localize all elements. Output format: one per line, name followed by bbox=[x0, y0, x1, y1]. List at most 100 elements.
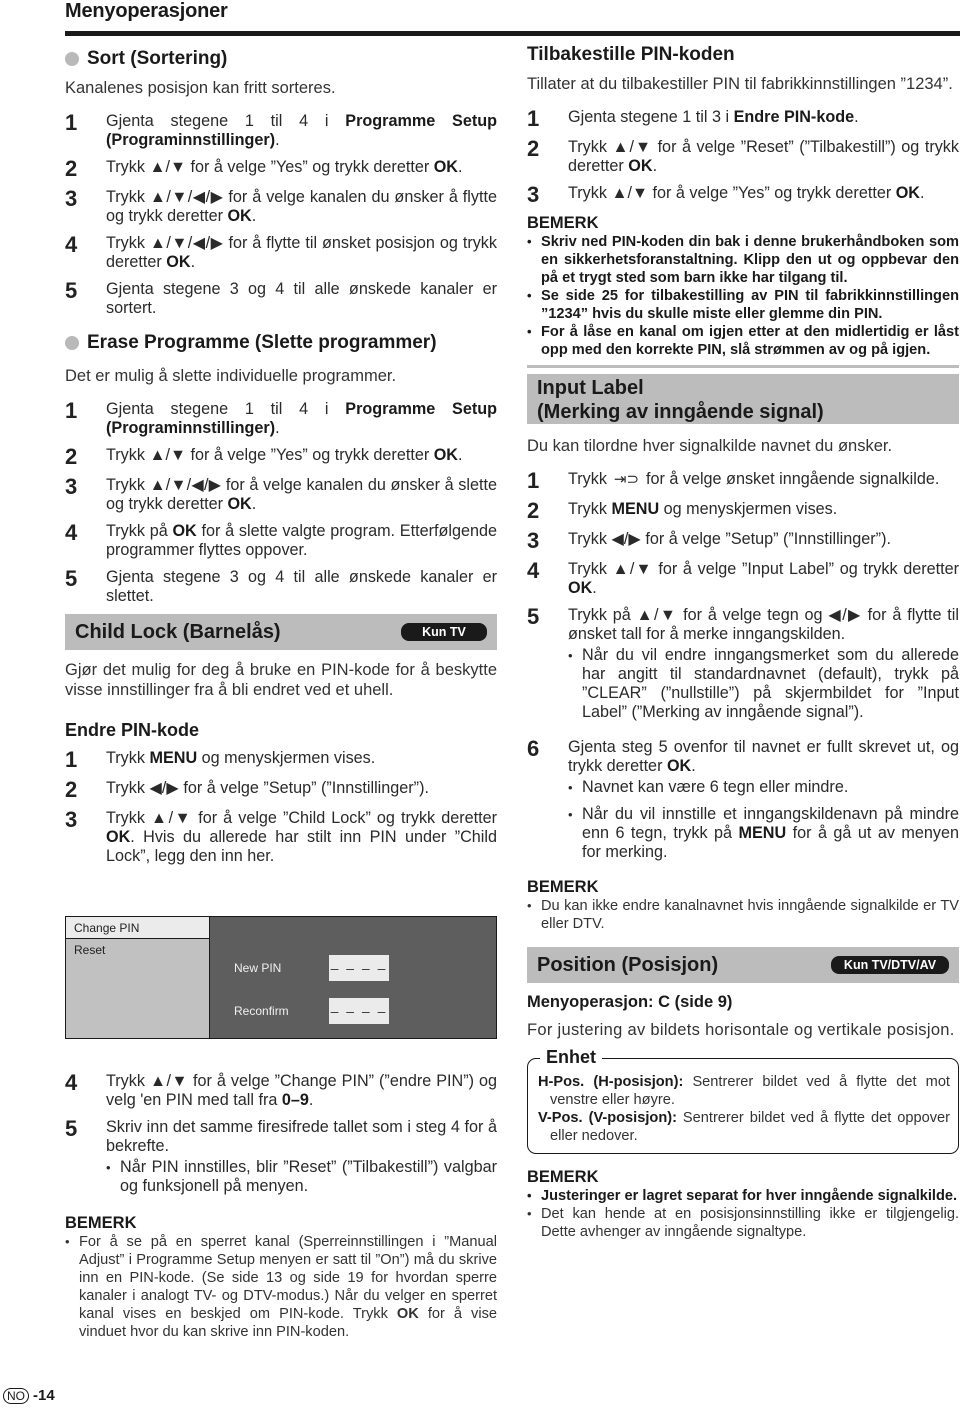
step-number: 5 bbox=[65, 1116, 78, 1141]
note-item: • Justeringer er lagret separat for hver … bbox=[527, 1188, 958, 1204]
bullet-icon: • bbox=[106, 1160, 111, 1175]
step-item: 4 Trykk på OK for å slette valgte program… bbox=[65, 522, 497, 560]
child-lock-intro: Gjør det mulig for deg å bruke en PIN-ko… bbox=[65, 661, 497, 699]
step-text: Trykk ▲/▼/◀/▶ for å velge kanalen du øns… bbox=[106, 476, 497, 513]
bullet-icon: • bbox=[65, 1234, 70, 1249]
position-note-title: BEMERK bbox=[527, 1168, 599, 1186]
left-column: Sort (Sortering) Kanalenes posisjon kan … bbox=[65, 42, 497, 874]
bullet-icon: • bbox=[527, 324, 532, 339]
step-number: 5 bbox=[527, 604, 540, 629]
step-text: Trykk ▲/▼ for å velge ”Yes” og trykk der… bbox=[568, 184, 925, 202]
step-item: 5 Skriv inn det samme firesifrede tallet … bbox=[65, 1118, 497, 1204]
step-item: 1 Gjenta stegene 1 til 3 i Endre PIN-kode… bbox=[527, 108, 959, 130]
step-text: Trykk på OK for å slette valgte program.… bbox=[106, 522, 497, 559]
sub-bullet: • Når du vil innstille et inngangskildena… bbox=[568, 805, 959, 861]
step-item: 4 Trykk ▲/▼/◀/▶ for å flytte til ønsket p… bbox=[65, 234, 497, 272]
reconfirm-row: Reconfirm – – – – bbox=[234, 998, 389, 1024]
step-text: Trykk ▲/▼ for å velge ”Input Label” og t… bbox=[568, 560, 959, 597]
step-item: 3 Trykk ▲/▼/◀/▶ for å velge kanalen du øn… bbox=[65, 188, 497, 226]
step-item: 1 Trykk ⇥⊃ for å velge ønsket inngående s… bbox=[527, 470, 959, 492]
step-text: Trykk MENU og menyskjermen vises. bbox=[568, 500, 838, 518]
sub-bullet: • Navnet kan være 6 tegn eller mindre. bbox=[568, 778, 849, 796]
bullet-icon: • bbox=[568, 780, 573, 795]
step-number: 5 bbox=[65, 566, 78, 591]
step-number: 6 bbox=[527, 736, 540, 761]
step-text: Trykk ▲/▼/◀/▶ for å velge kanalen du øns… bbox=[106, 188, 497, 225]
step-item: 2 Trykk ▲/▼ for å velge ”Yes” og trykk de… bbox=[65, 158, 497, 180]
page-footer: NO -14 bbox=[3, 1387, 55, 1404]
step-item: 3 Trykk ▲/▼ for å velge ”Child Lock” og t… bbox=[65, 809, 497, 866]
left-column-lower: 4 Trykk ▲/▼ for å velge ”Change PIN” (”en… bbox=[65, 1072, 497, 1341]
step-number: 3 bbox=[527, 182, 540, 207]
step-item: 5 Gjenta stegene 3 og 4 til alle ønskede … bbox=[65, 568, 497, 606]
step-item: 3 Trykk ▲/▼/◀/▶ for å velge kanalen du øn… bbox=[65, 476, 497, 514]
enhet-row-v-pos: V-Pos. (V-posisjon): Sentrerer bildet ve… bbox=[538, 1110, 950, 1144]
position-section-bar: Position (Posisjon) Kun TV/DTV/AV bbox=[527, 947, 959, 983]
reset-pin-heading: Tilbakestille PIN-koden bbox=[527, 44, 735, 65]
right-column: Tilbakestille PIN-koden Tillater at du t… bbox=[527, 42, 959, 1241]
enhet-box: Enhet H-Pos. (H-posisjon): Sentrerer bil… bbox=[527, 1047, 959, 1154]
menu-main-panel: New PIN – – – – Reconfirm – – – – bbox=[210, 917, 496, 1038]
position-notes-bold: • Justeringer er lagret separat for hver … bbox=[527, 1187, 959, 1205]
note-item: • Se side 25 for tilbakestilling av PIN t… bbox=[527, 288, 959, 322]
step-text: Trykk ◀/▶ for å velge ”Setup” (”Innstill… bbox=[568, 530, 891, 548]
new-pin-row: New PIN – – – – bbox=[234, 955, 389, 981]
step-text: Trykk ▲/▼/◀/▶ for å flytte til ønsket po… bbox=[106, 234, 497, 271]
reset-pin-notes: • Skriv ned PIN-koden din bak i denne bru… bbox=[527, 233, 959, 359]
step-text: Gjenta stegene 3 og 4 til alle ønskede k… bbox=[106, 568, 497, 605]
step-number: 5 bbox=[65, 278, 78, 303]
endre-pin-steps-continued: 4 Trykk ▲/▼ for å velge ”Change PIN” (”en… bbox=[65, 1072, 497, 1204]
sort-heading-text: Sort (Sortering) bbox=[87, 48, 228, 69]
step-number: 4 bbox=[65, 232, 78, 257]
step-item: 5 Trykk på ▲/▼ for å velge tegn og ◀/▶ fo… bbox=[527, 606, 959, 730]
step-text: Gjenta stegene 1 til 4 i Programme Setup… bbox=[106, 400, 497, 437]
step-item: 6 Gjenta steg 5 ovenfor til navnet er ful… bbox=[527, 738, 959, 870]
bullet-icon: • bbox=[568, 648, 573, 663]
child-lock-section-bar: Child Lock (Barnelås) Kun TV bbox=[65, 614, 497, 650]
enhet-label: Enhet bbox=[540, 1047, 603, 1068]
erase-heading: Erase Programme (Slette programmer) bbox=[65, 330, 497, 356]
step-item: 2 Trykk ▲/▼ for å velge ”Yes” og trykk de… bbox=[65, 446, 497, 468]
kun-tv-dtv-av-badge: Kun TV/DTV/AV bbox=[831, 956, 949, 974]
step-number: 4 bbox=[527, 558, 540, 583]
bullet-icon: • bbox=[527, 1206, 532, 1221]
step-item: 1 Gjenta stegene 1 til 4 i Programme Setu… bbox=[65, 112, 497, 150]
step-text: Trykk MENU og menyskjermen vises. bbox=[106, 749, 376, 767]
input-label-steps: 1 Trykk ⇥⊃ for å velge ønsket inngående s… bbox=[527, 470, 959, 870]
header-rule bbox=[65, 31, 960, 36]
child-lock-title: Child Lock (Barnelås) bbox=[75, 621, 281, 643]
menu-sidebar: Change PIN Reset bbox=[66, 917, 210, 1038]
step-text: Gjenta steg 5 ovenfor til navnet er full… bbox=[568, 738, 959, 861]
bullet-icon: • bbox=[527, 234, 532, 249]
sort-steps: 1 Gjenta stegene 1 til 4 i Programme Setu… bbox=[65, 112, 497, 318]
endre-pin-heading: Endre PIN-kode bbox=[65, 720, 200, 740]
step-text: Trykk ▲/▼ for å velge ”Yes” og trykk der… bbox=[106, 158, 463, 176]
menu-item-reset[interactable]: Reset bbox=[66, 939, 209, 961]
position-intro: For justering av bildets horisontale og … bbox=[527, 1021, 955, 1039]
reset-pin-steps: 1 Gjenta stegene 1 til 3 i Endre PIN-kode… bbox=[527, 108, 959, 206]
step-text: Trykk ▲/▼ for å velge ”Child Lock” og tr… bbox=[106, 809, 497, 865]
bullet-icon: • bbox=[527, 898, 532, 913]
step-item: 1 Trykk MENU og menyskjermen vises. bbox=[65, 749, 497, 771]
step-number: 2 bbox=[527, 498, 540, 523]
bullet-icon: • bbox=[527, 288, 532, 303]
step-number: 1 bbox=[65, 398, 78, 423]
new-pin-input[interactable]: – – – – bbox=[329, 955, 389, 981]
step-item: 4 Trykk ▲/▼ for å velge ”Change PIN” (”en… bbox=[65, 1072, 497, 1110]
step-text: Trykk ▲/▼ for å velge ”Change PIN” (”end… bbox=[106, 1072, 497, 1109]
menu-item-change-pin[interactable]: Change PIN bbox=[66, 917, 209, 939]
endre-pin-steps: 1 Trykk MENU og menyskjermen vises. 2 Trykk… bbox=[65, 749, 497, 866]
step-number: 1 bbox=[527, 468, 540, 493]
step-text: Gjenta stegene 3 og 4 til alle ønskede k… bbox=[106, 280, 497, 317]
step-item: 1 Gjenta stegene 1 til 4 i Programme Setu… bbox=[65, 400, 497, 438]
bullet-dot-icon bbox=[65, 52, 79, 66]
input-label-title-2: (Merking av inngående signal) bbox=[537, 401, 824, 423]
reset-pin-note-title: BEMERK bbox=[527, 214, 599, 232]
step-number: 2 bbox=[65, 777, 78, 802]
step-item: 2 Trykk ▲/▼ for å velge ”Reset” (”Tilbake… bbox=[527, 138, 959, 176]
input-label-note-title: BEMERK bbox=[527, 878, 599, 896]
sub-bullet: • Når du vil endre inngangsmerket som du … bbox=[568, 646, 959, 721]
menu-operation-heading: Menyoperasjon: C (side 9) bbox=[527, 993, 733, 1011]
step-number: 1 bbox=[65, 110, 78, 135]
reconfirm-input[interactable]: – – – – bbox=[329, 998, 389, 1024]
